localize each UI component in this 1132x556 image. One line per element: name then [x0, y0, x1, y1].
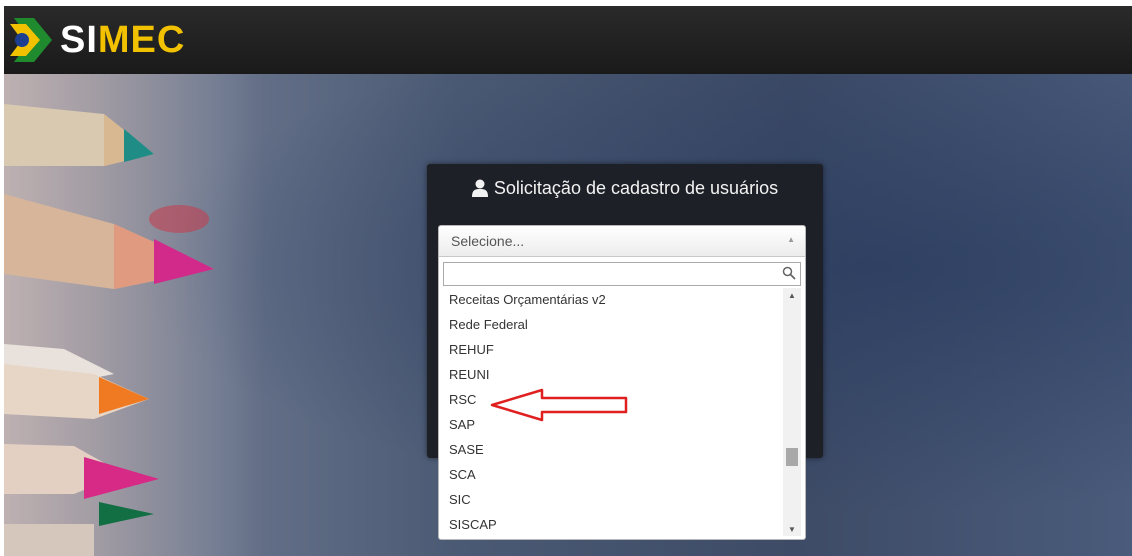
- list-item[interactable]: SIC: [449, 492, 471, 508]
- module-select-dropdown[interactable]: Selecione... ▲ Receitas Orçamentárias v2…: [438, 225, 806, 540]
- brand-part1: SI: [60, 18, 98, 61]
- scrollbar-thumb[interactable]: [786, 448, 798, 466]
- brand-part2: MEC: [97, 18, 186, 61]
- panel-title: Solicitação de cadastro de usuários: [427, 176, 823, 200]
- select-trigger[interactable]: Selecione... ▲: [439, 226, 805, 257]
- search-icon: [782, 266, 796, 280]
- red-arrow-annotation: [490, 388, 628, 422]
- scroll-down-icon[interactable]: ▼: [788, 525, 796, 534]
- colored-pencils-image: [4, 104, 214, 556]
- list-item[interactable]: SAP: [449, 417, 475, 433]
- simec-logo[interactable]: SIMEC: [10, 14, 185, 66]
- brand-name: SIMEC: [60, 19, 185, 62]
- list-item-rsc[interactable]: RSC: [449, 392, 476, 408]
- list-item[interactable]: SCA: [449, 467, 476, 483]
- list-scrollbar[interactable]: ▲ ▼: [783, 288, 801, 536]
- scroll-up-icon[interactable]: ▲: [788, 291, 796, 300]
- list-item[interactable]: SISCAP: [449, 517, 497, 533]
- list-item[interactable]: REUNI: [449, 367, 489, 383]
- selected-value: Selecione...: [451, 233, 525, 249]
- list-item[interactable]: REHUF: [449, 342, 494, 358]
- search-input[interactable]: [443, 262, 801, 286]
- list-item[interactable]: Rede Federal: [449, 317, 528, 333]
- list-item[interactable]: SASE: [449, 442, 484, 458]
- user-icon: [471, 179, 488, 197]
- brazil-flag-arrow-icon: [10, 18, 52, 62]
- panel-title-text: Solicitação de cadastro de usuários: [493, 178, 779, 198]
- chevron-up-icon: ▲: [787, 235, 795, 244]
- list-item[interactable]: Receitas Orçamentárias v2: [449, 292, 606, 308]
- top-navbar: SIMEC: [4, 6, 1132, 74]
